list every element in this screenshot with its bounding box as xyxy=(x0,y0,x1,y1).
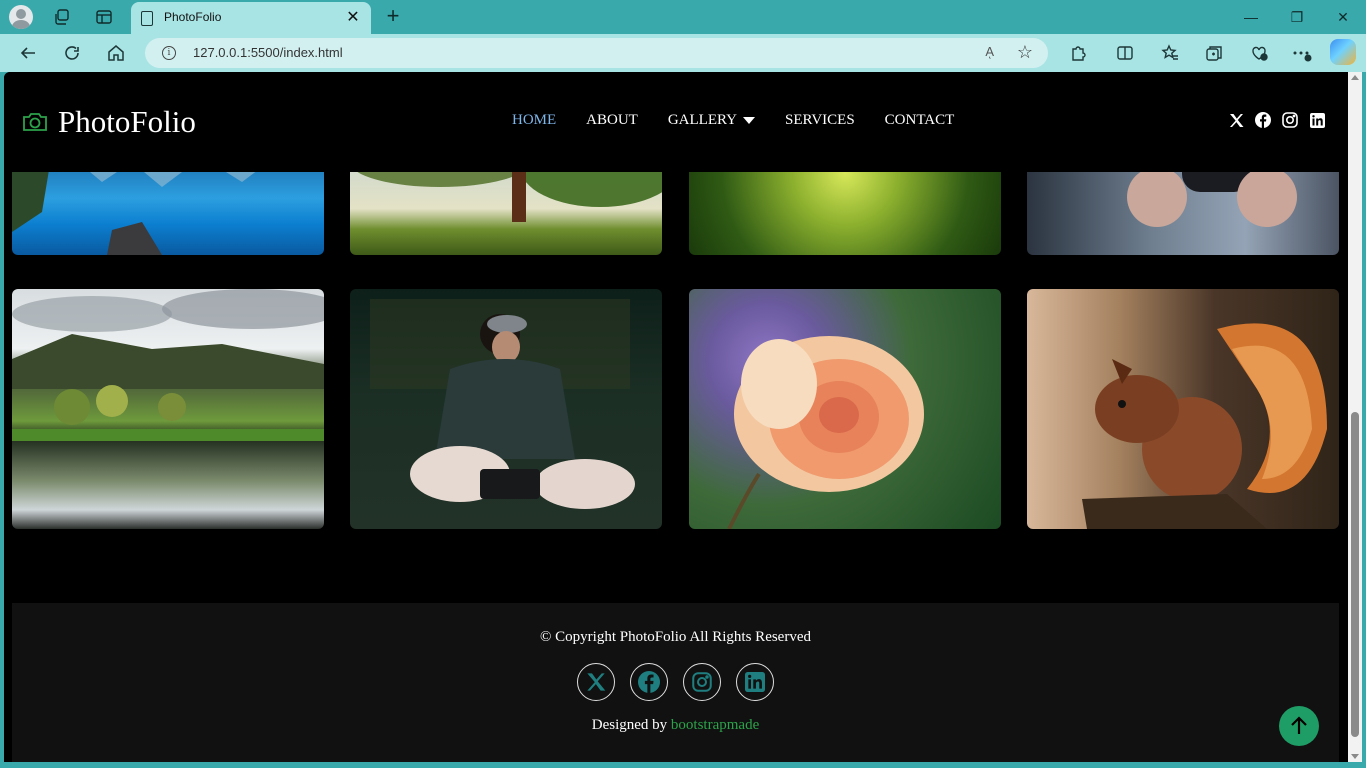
nav-contact[interactable]: CONTACT xyxy=(885,112,955,129)
extensions-icon[interactable] xyxy=(1066,41,1090,65)
caret-down-icon xyxy=(743,117,756,124)
back-to-top-button[interactable] xyxy=(1279,706,1319,746)
bootstrapmade-link[interactable]: bootstrapmade xyxy=(671,717,759,733)
home-icon[interactable] xyxy=(104,41,128,65)
refresh-icon[interactable] xyxy=(60,41,84,65)
restore-button[interactable]: ❐ xyxy=(1274,4,1320,30)
browser-toolbar: i 127.0.0.1:5500/index.html Aͅ ☆ xyxy=(0,34,1366,72)
page-viewport: PhotoFolio HOME ABOUT GALLERY SERVICES C… xyxy=(4,72,1348,762)
main-nav: HOME ABOUT GALLERY SERVICES CONTACT xyxy=(512,112,954,129)
footer-facebook-link[interactable] xyxy=(630,663,668,701)
instagram-icon xyxy=(692,672,712,692)
browser-essentials-icon[interactable] xyxy=(1247,41,1271,65)
footer-x-link[interactable] xyxy=(577,663,615,701)
linkedin-icon xyxy=(745,672,765,692)
page-icon xyxy=(141,11,153,26)
footer-linkedin-link[interactable] xyxy=(736,663,774,701)
scroll-thumb[interactable] xyxy=(1351,412,1359,737)
instagram-icon[interactable] xyxy=(1282,112,1298,128)
favorite-star-icon[interactable]: ☆ xyxy=(1017,42,1033,63)
nav-gallery-label: GALLERY xyxy=(667,112,738,128)
new-tab-button[interactable]: + xyxy=(381,5,405,29)
close-window-button[interactable]: ✕ xyxy=(1320,4,1366,30)
camera-icon xyxy=(23,113,47,131)
facebook-icon[interactable] xyxy=(1255,112,1271,128)
url-text[interactable]: 127.0.0.1:5500/index.html xyxy=(193,45,343,60)
linkedin-icon[interactable] xyxy=(1309,112,1325,128)
page-scrollbar[interactable] xyxy=(1348,72,1362,762)
copyright-text: © Copyright PhotoFolio All Rights Reserv… xyxy=(540,629,811,645)
tab-actions-icon[interactable] xyxy=(92,5,116,29)
read-aloud-icon[interactable]: Aͅ xyxy=(985,44,994,59)
profile-avatar-icon[interactable] xyxy=(9,5,33,29)
gallery-image-woman-with-camera[interactable] xyxy=(350,289,662,529)
browser-tab[interactable]: PhotoFolio ✕ xyxy=(131,2,371,34)
arrow-up-icon xyxy=(1291,716,1307,734)
scroll-up-arrow-icon[interactable] xyxy=(1351,75,1359,80)
split-screen-icon[interactable] xyxy=(1113,41,1137,65)
x-icon[interactable] xyxy=(1228,112,1244,128)
header-social-links xyxy=(1228,112,1325,128)
close-tab-icon[interactable]: ✕ xyxy=(343,8,363,28)
nav-gallery[interactable]: GALLERY xyxy=(667,112,756,129)
tab-title: PhotoFolio xyxy=(164,10,222,24)
gallery-image-peach-rose[interactable] xyxy=(689,289,1001,529)
facebook-icon xyxy=(638,671,660,693)
scroll-down-arrow-icon[interactable] xyxy=(1351,754,1359,759)
nav-about[interactable]: ABOUT xyxy=(586,112,638,129)
collections-icon[interactable] xyxy=(1202,41,1226,65)
browser-tab-strip: PhotoFolio ✕ + — ❐ ✕ xyxy=(0,0,1366,34)
designed-by-label: Designed by xyxy=(591,717,668,733)
nav-services[interactable]: SERVICES xyxy=(785,112,855,129)
x-icon xyxy=(587,673,606,691)
footer-instagram-link[interactable] xyxy=(683,663,721,701)
address-bar[interactable]: i 127.0.0.1:5500/index.html Aͅ ☆ xyxy=(145,38,1048,68)
workspaces-icon[interactable] xyxy=(50,5,74,29)
footer-social-links xyxy=(577,663,774,701)
copilot-icon[interactable] xyxy=(1330,39,1356,65)
site-footer: © Copyright PhotoFolio All Rights Reserv… xyxy=(12,603,1339,762)
gallery-image-forest-lake-reflection[interactable] xyxy=(12,289,324,529)
logo-text: PhotoFolio xyxy=(58,104,196,139)
favorites-icon[interactable] xyxy=(1158,41,1182,65)
site-header: PhotoFolio HOME ABOUT GALLERY SERVICES C… xyxy=(4,72,1348,172)
site-logo[interactable]: PhotoFolio xyxy=(22,104,196,140)
back-icon[interactable] xyxy=(16,41,40,65)
window-bottom-edge xyxy=(0,762,1366,768)
settings-more-icon[interactable] xyxy=(1290,41,1314,65)
gallery-image-red-squirrel[interactable] xyxy=(1027,289,1339,529)
nav-home[interactable]: HOME xyxy=(512,112,556,129)
credits-text: Designed by bootstrapmade xyxy=(12,717,1339,734)
minimize-button[interactable]: — xyxy=(1228,4,1274,30)
site-info-icon[interactable]: i xyxy=(162,46,176,60)
